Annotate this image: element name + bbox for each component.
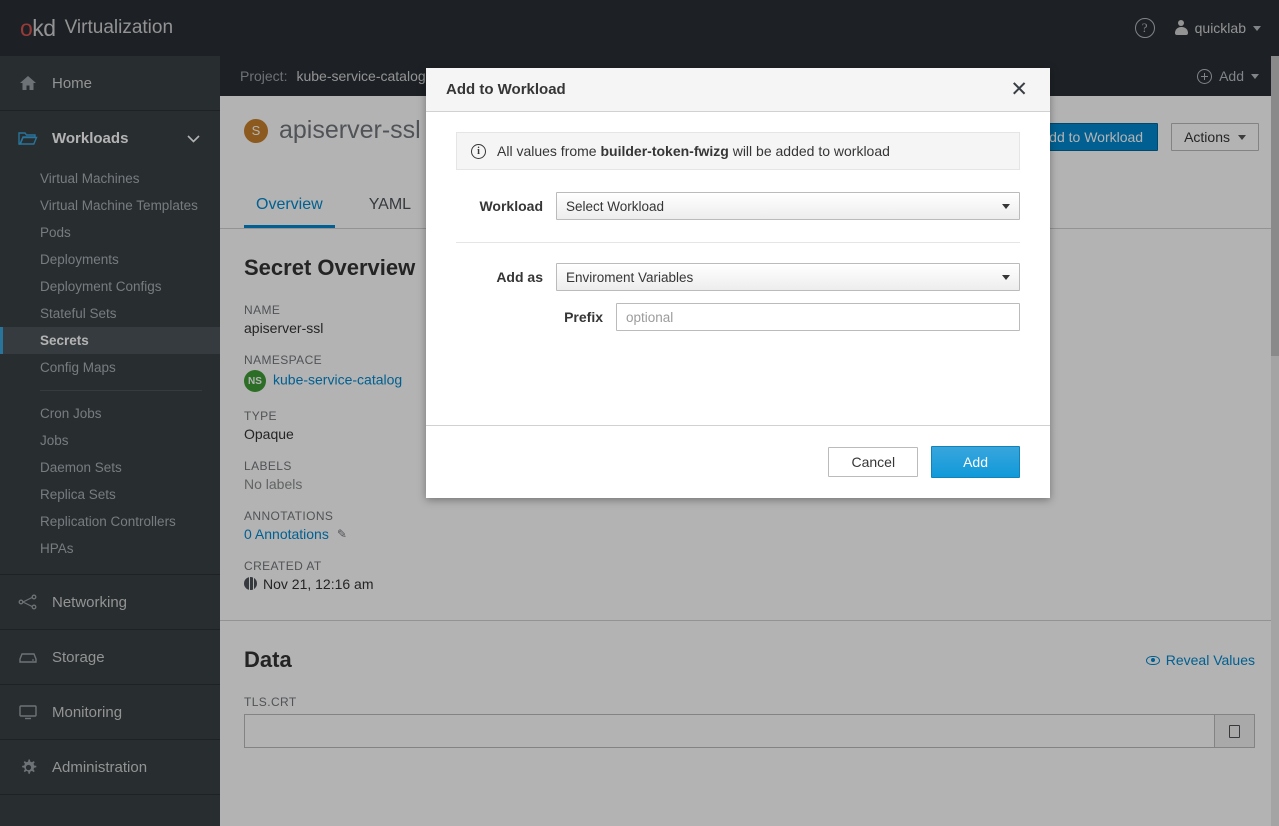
alert-prefix-text: All values frome <box>497 143 601 159</box>
prefix-input[interactable] <box>616 303 1020 331</box>
modal-title: Add to Workload <box>446 81 566 98</box>
alert-suffix-text: will be added to workload <box>728 143 890 159</box>
modal-footer: Cancel Add <box>426 425 1050 498</box>
form-divider <box>456 242 1020 243</box>
workload-field-row: Workload Select Workload <box>456 192 1020 220</box>
workload-select[interactable]: Select Workload <box>556 192 1020 220</box>
add-button[interactable]: Add <box>931 446 1020 478</box>
chevron-down-icon <box>1002 203 1010 209</box>
add-to-workload-modal: Add to Workload ✕ i All values frome bui… <box>426 68 1050 498</box>
info-alert-text: All values frome builder-token-fwizg wil… <box>497 143 890 159</box>
info-alert: i All values frome builder-token-fwizg w… <box>456 132 1020 170</box>
workload-select-value: Select Workload <box>566 198 665 214</box>
add-as-label: Add as <box>496 269 543 285</box>
chevron-down-icon <box>1002 274 1010 280</box>
workload-label: Workload <box>479 198 543 214</box>
add-as-select-value: Enviroment Variables <box>566 269 694 285</box>
info-circle-icon: i <box>471 143 486 159</box>
prefix-label: Prefix <box>564 309 603 325</box>
modal-body: i All values frome builder-token-fwizg w… <box>426 112 1050 425</box>
cancel-button[interactable]: Cancel <box>828 447 919 477</box>
modal-header: Add to Workload ✕ <box>426 68 1050 112</box>
alert-secret-name: builder-token-fwizg <box>600 143 729 159</box>
prefix-field-row: Prefix <box>456 303 1020 331</box>
add-as-field-row: Add as Enviroment Variables <box>456 263 1020 291</box>
close-icon[interactable]: ✕ <box>1006 77 1032 102</box>
add-as-select[interactable]: Enviroment Variables <box>556 263 1020 291</box>
